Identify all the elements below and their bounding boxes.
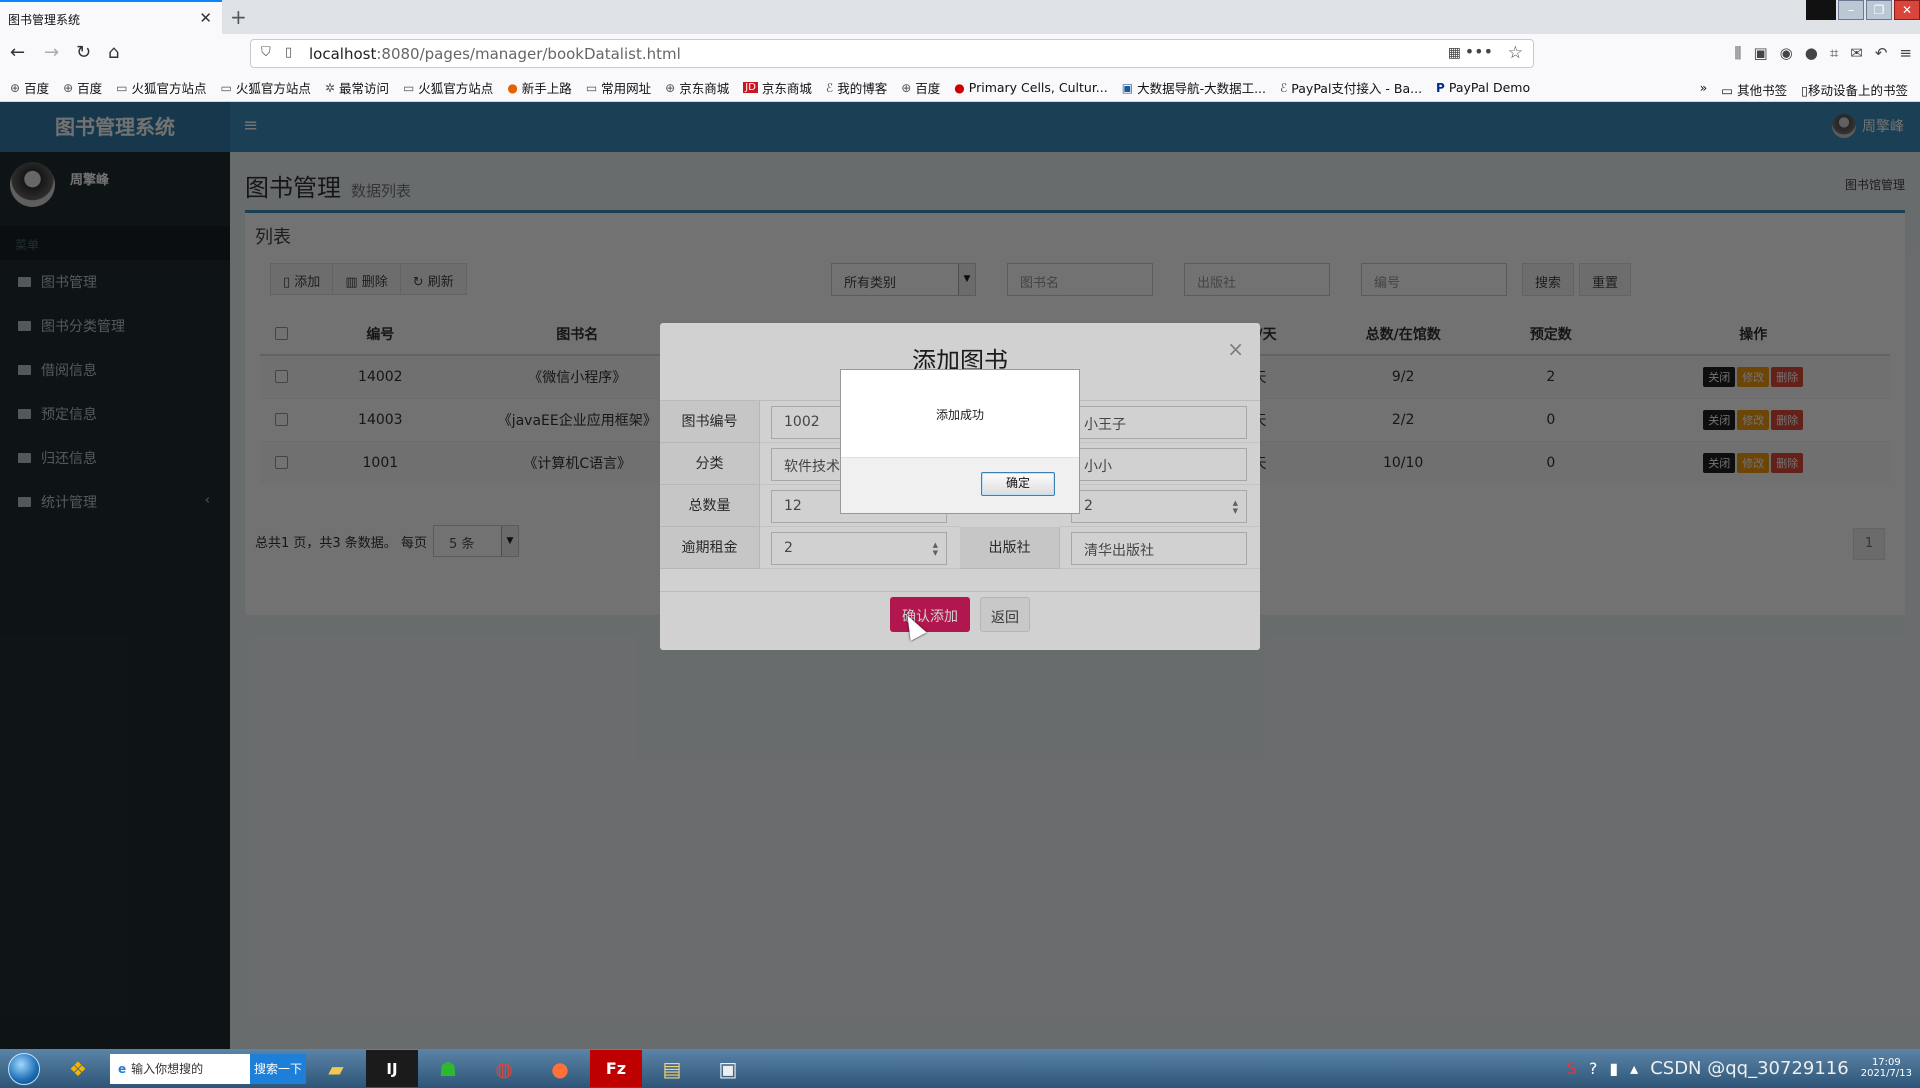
globe-icon: ⊕ — [901, 80, 912, 95]
qr-code-icon[interactable]: ▦ — [1448, 45, 1461, 61]
cells-icon: ● — [954, 80, 965, 95]
globe-icon: ⊕ — [10, 80, 21, 95]
restore-icon[interactable]: ❐ — [1866, 0, 1892, 20]
taskbar-search-input[interactable]: e 输入你想搜的 — [110, 1053, 250, 1084]
alert-message: 添加成功 — [935, 408, 984, 422]
reload-icon[interactable]: ↻ — [76, 42, 91, 63]
minimize-icon[interactable]: – — [1838, 0, 1864, 20]
windows-icon — [8, 1052, 40, 1085]
globe-icon[interactable]: ● — [1805, 44, 1818, 62]
blog-icon: ℰ — [825, 80, 834, 95]
taskbar: ❖ e 输入你想搜的 搜索一下 ▰ IJ ☗ ◍ ● Fz ▤ ▣ S ? ▮ … — [0, 1049, 1920, 1088]
explorer-icon[interactable]: ▤ — [646, 1050, 698, 1087]
system-tray: S ? ▮ ▴ CSDN @qq_30729116 17:09 2021/7/13 — [1567, 1057, 1912, 1079]
clock[interactable]: 17:09 2021/7/13 — [1861, 1057, 1912, 1079]
bookmark[interactable]: ▭ 火狐官方站点 — [116, 78, 206, 97]
taskbar-search-button[interactable]: 搜索一下 — [250, 1053, 306, 1084]
bookmark[interactable]: ● 新手上路 — [507, 78, 572, 97]
back-icon[interactable]: ← — [10, 42, 25, 63]
window-controls: – ❐ ✕ — [1804, 0, 1920, 20]
toolbar-right: ⫼ ▣ ◉ ● ⌗ ✉ ↶ ≡ — [1735, 44, 1912, 62]
filezilla-icon[interactable]: Fz — [590, 1050, 642, 1087]
more-actions-icon[interactable]: ••• — [1465, 42, 1493, 61]
bookmark[interactable]: ℰ 我的博客 — [826, 78, 887, 97]
shield-icon[interactable]: ⛉ — [261, 45, 271, 60]
library-icon[interactable]: ⫼ — [1735, 44, 1742, 62]
bookmark[interactable]: ▣ 大数据导航-大数据工... — [1122, 78, 1266, 97]
folder-icon: ▭ — [116, 80, 128, 95]
bookmarks-overflow-icon[interactable]: » — [1700, 80, 1708, 99]
folder-icon: ▭ — [402, 80, 415, 95]
browser-tab[interactable]: 图书管理系统 ✕ — [0, 0, 222, 34]
other-bookmarks[interactable]: ▭ 其他书签 — [1721, 80, 1787, 99]
bookmark[interactable]: ⊕ 京东商城 — [665, 78, 729, 97]
csdn-watermark: CSDN @qq_30729116 — [1650, 1057, 1849, 1079]
new-tab-icon[interactable]: + — [230, 5, 247, 29]
network-icon[interactable]: ☗ — [422, 1050, 474, 1087]
screenshot-icon[interactable]: ⌗ — [1830, 44, 1838, 62]
bookmark[interactable]: ▭ 常用网址 — [586, 78, 651, 97]
blog-icon: ℰ — [1280, 80, 1288, 95]
terminal-icon[interactable]: ▣ — [702, 1050, 754, 1087]
browser-tab-bar: 图书管理系统 ✕ + – ❐ ✕ — [0, 0, 1920, 34]
page-icon[interactable]: ▯ — [285, 45, 292, 60]
window-close-icon[interactable]: ✕ — [1894, 0, 1920, 20]
firefox-icon[interactable]: ● — [534, 1050, 586, 1087]
bookmark[interactable]: ● Primary Cells, Cultur... — [954, 80, 1107, 95]
folder-icon[interactable]: ▰ — [310, 1050, 362, 1087]
bookmark-star-icon[interactable]: ☆ — [1508, 43, 1523, 63]
account-icon[interactable]: ◉ — [1780, 44, 1793, 62]
window-extra-button[interactable] — [1806, 0, 1836, 20]
app-icon[interactable]: ❖ — [52, 1050, 104, 1087]
forward-icon[interactable]: → — [44, 42, 59, 63]
menu-icon[interactable]: ≡ — [1899, 44, 1912, 62]
start-button[interactable] — [0, 1049, 48, 1088]
bigdata-icon: ▣ — [1121, 80, 1134, 95]
bookmark[interactable]: ✲ 最常访问 — [325, 78, 389, 97]
sogou-icon[interactable]: S — [1567, 1059, 1577, 1078]
help-icon[interactable]: ? — [1589, 1059, 1598, 1078]
ok-button[interactable]: 确定 — [981, 472, 1055, 496]
undo-icon[interactable]: ↶ — [1875, 44, 1888, 62]
globe-icon: ⊕ — [665, 80, 676, 95]
bookmarks-right: » ▭ 其他书签 ▯移动设备上的书签 — [1700, 80, 1908, 99]
folder-icon: ▭ — [220, 80, 232, 95]
bookmark[interactable]: JD 京东商城 — [743, 78, 812, 97]
chat-icon[interactable]: ✉ — [1850, 44, 1863, 62]
alert-footer: 确定 — [841, 457, 1079, 513]
battery-icon[interactable]: ▮ — [1609, 1059, 1618, 1078]
intellij-icon[interactable]: IJ — [366, 1050, 418, 1087]
tab-close-icon[interactable]: ✕ — [199, 9, 212, 27]
bookmark[interactable]: ℰ PayPal支付接入 - Ba... — [1280, 78, 1422, 97]
success-alert: 添加成功 确定 — [840, 369, 1080, 514]
sidebar-icon[interactable]: ▣ — [1753, 44, 1767, 62]
show-hidden-icon[interactable]: ▴ — [1630, 1059, 1638, 1078]
address-bar[interactable]: ⛉ ▯ localhost:8080/pages/manager/bookDat… — [250, 39, 1534, 68]
globe-icon: ⊕ — [63, 80, 74, 95]
url-text[interactable]: localhost:8080/pages/manager/bookDatalis… — [309, 45, 681, 63]
folder-icon: ▭ — [585, 80, 598, 95]
gear-icon: ✲ — [324, 80, 335, 95]
bookmark[interactable]: ⊕ 百度 — [63, 78, 102, 97]
alert-backdrop — [0, 102, 1920, 1049]
bookmark[interactable]: ⊕ 百度 — [10, 78, 49, 97]
bookmark[interactable]: ▭ 火狐官方站点 — [403, 78, 493, 97]
bookmark[interactable]: ▭ 火狐官方站点 — [221, 78, 311, 97]
home-icon[interactable]: ⌂ — [108, 42, 119, 63]
browser-toolbar: ← → ↻ ⌂ ⛉ ▯ localhost:8080/pages/manager… — [0, 34, 1920, 74]
folder-icon: ▭ — [1721, 83, 1738, 98]
firefox-icon: ● — [507, 80, 518, 95]
bookmarks-bar: ⊕ 百度 ⊕ 百度 ▭ 火狐官方站点 ▭ 火狐官方站点 ✲ 最常访问 ▭ 火狐官方站点 ● 新… — [0, 74, 1920, 102]
phone-icon: ▯ — [1801, 83, 1808, 98]
ie-icon: e — [118, 1061, 127, 1076]
mobile-bookmarks[interactable]: ▯移动设备上的书签 — [1801, 80, 1908, 99]
chrome-icon[interactable]: ◍ — [478, 1050, 530, 1087]
bookmark[interactable]: P PayPal Demo — [1436, 80, 1530, 95]
paypal-icon: P — [1436, 80, 1445, 95]
bookmark[interactable]: ⊕ 百度 — [901, 78, 940, 97]
jd-icon: JD — [743, 82, 758, 93]
tab-title: 图书管理系统 — [8, 13, 81, 27]
